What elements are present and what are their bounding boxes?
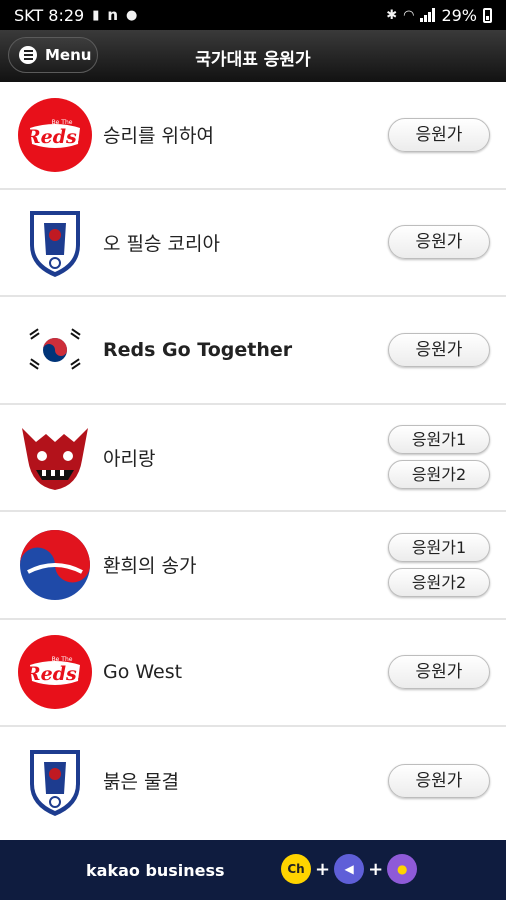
list-item: Reds! Be The 승리를 위하여 응원가: [0, 82, 506, 190]
list-item: 오 필승 코리아 응원가: [0, 190, 506, 297]
cheer-song-button[interactable]: 응원가: [388, 655, 490, 690]
list-item: 붉은 물결 응원가: [0, 727, 506, 835]
taegukgi-icon: [24, 326, 86, 373]
cheer-song-button[interactable]: 응원가: [388, 332, 490, 367]
signal-icon: [420, 8, 436, 22]
wifi-icon: ◠: [403, 7, 415, 23]
notification-icon: ▮: [92, 7, 100, 23]
reds-logo-icon: Reds! Be The: [18, 97, 92, 172]
list-item: 아리랑 응원가1 응원가2: [0, 405, 506, 512]
kfa-crest-icon: [30, 211, 80, 278]
profile-icon: ●: [387, 854, 418, 884]
song-title: 아리랑: [103, 447, 156, 470]
svg-text:Reds!: Reds!: [24, 126, 85, 148]
cheer-song-button[interactable]: 응원가: [388, 117, 490, 152]
status-bar: SKT 8:29 ▮ n ● ✱ ◠ 29%: [0, 0, 506, 30]
reds-logo-icon: Reds! Be The: [18, 635, 92, 710]
carrier-time: SKT 8:29: [14, 5, 85, 25]
song-title: 승리를 위하여: [103, 125, 214, 148]
svg-text:Be The: Be The: [52, 119, 73, 126]
song-title: 붉은 물결: [103, 771, 179, 794]
cheer-song-button[interactable]: 응원가: [388, 225, 490, 260]
list-item: 환희의 송가 응원가1 응원가2: [0, 512, 506, 620]
bluetooth-icon: ✱: [386, 7, 398, 23]
kakao-business-banner[interactable]: kakao business Ch + ◀ + ●: [0, 840, 506, 900]
cheer-song-button[interactable]: 응원가: [388, 763, 490, 798]
taeguk-ball-icon: [20, 529, 90, 600]
page-title: 국가대표 응원가: [195, 50, 311, 70]
song-title: Reds Go Together: [103, 338, 293, 361]
kfa-crest-icon: [30, 749, 80, 816]
song-title: 오 필승 코리아: [103, 232, 220, 255]
speaker-icon: ◀: [334, 854, 365, 884]
cheer-song-button-1[interactable]: 응원가1: [388, 425, 490, 455]
promo-icons: Ch + ◀ + ●: [281, 854, 418, 884]
red-devil-mask-icon: [22, 428, 88, 491]
list-item: Reds Go Together 응원가: [0, 297, 506, 405]
svg-text:Reds!: Reds!: [24, 663, 85, 685]
battery-icon: [483, 7, 492, 23]
svg-text:Be The: Be The: [52, 656, 73, 663]
cheer-song-button-2[interactable]: 응원가2: [388, 567, 490, 597]
channel-label: Ch: [287, 862, 305, 876]
app-bar: Menu 국가대표 응원가: [0, 30, 506, 82]
chat-icon: ●: [126, 7, 138, 23]
cheer-song-button-2[interactable]: 응원가2: [388, 460, 490, 490]
plus-icon: +: [368, 858, 384, 880]
song-title: 환희의 송가: [103, 555, 197, 578]
cheer-song-button-1[interactable]: 응원가1: [388, 532, 490, 562]
plus-icon: +: [315, 858, 331, 880]
brand-label: kakao business: [86, 860, 225, 880]
battery-percent: 29%: [441, 5, 477, 25]
song-title: Go West: [103, 661, 183, 684]
n-icon: n: [107, 6, 119, 24]
song-list: Reds! Be The 승리를 위하여 응원가 오 필승 코리아 응원가 Re…: [0, 82, 506, 835]
channel-icon: Ch: [281, 854, 311, 884]
list-item: Reds! Be The Go West 응원가: [0, 620, 506, 727]
